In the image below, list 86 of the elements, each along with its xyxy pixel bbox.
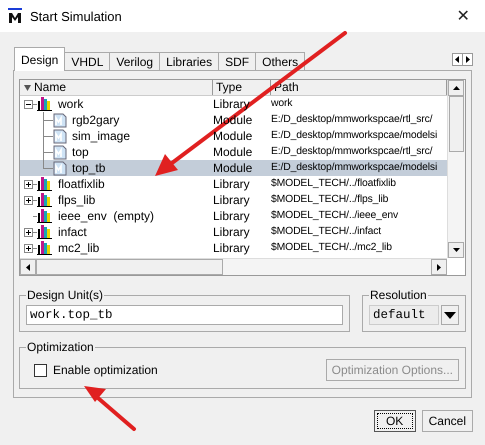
app-logo-icon — [8, 8, 22, 24]
document-icon — [53, 128, 67, 144]
item-type: Library — [213, 176, 251, 192]
tree-row[interactable]: top Module E:/D_desktop/mmworkspcae/rtl_src/ — [20, 144, 447, 160]
group-label: Optimization — [26, 340, 95, 354]
tree-row[interactable]: top_tb Module E:/D_desktop/mmworkspcae/modelsi — [20, 160, 447, 176]
column-header[interactable]: Name — [20, 80, 213, 95]
scroll-down-button[interactable] — [448, 242, 464, 258]
item-path: $MODEL_TECH/../flps_lib — [271, 193, 390, 207]
bar-chart-icon — [37, 209, 53, 223]
item-path: work — [271, 97, 294, 111]
item-path: E:/D_desktop/mmworkspcae/modelsi — [271, 129, 438, 143]
item-name: sim_image — [72, 129, 130, 143]
item-name: ieee_env (empty) — [58, 209, 154, 223]
item-type: Module — [213, 128, 254, 144]
item-type: Library — [213, 224, 251, 240]
up-arrow-icon — [452, 86, 460, 90]
scrollbar-thumb[interactable] — [36, 259, 223, 275]
item-name: infact — [58, 225, 87, 239]
close-button[interactable]: ✕ — [449, 6, 477, 26]
item-type: Library — [213, 96, 251, 112]
tree-row[interactable]: ieee_env (empty) Library $MODEL_TECH/../ieee_env — [20, 208, 447, 224]
item-path: $MODEL_TECH/../ieee_env — [271, 209, 400, 223]
expand-icon[interactable] — [24, 180, 33, 188]
tree-row[interactable]: infact Library $MODEL_TECH/../infact — [20, 224, 447, 240]
item-path: E:/D_desktop/mmworkspcae/rtl_src/ — [271, 145, 434, 159]
expand-icon[interactable] — [24, 196, 33, 204]
tree-row[interactable]: work Library work — [20, 96, 447, 112]
item-path: E:/D_desktop/mmworkspcae/modelsi — [271, 161, 438, 175]
item-name: work — [58, 97, 84, 111]
scroll-left-button[interactable] — [20, 259, 36, 275]
window-title: Start Simulation — [30, 8, 123, 24]
document-icon — [53, 160, 67, 176]
item-type: Module — [213, 160, 254, 176]
group-label: Design Unit(s) — [26, 288, 104, 302]
tree-row[interactable]: floatfixlib Library $MODEL_TECH/../floatfixlib — [20, 176, 447, 192]
item-type: Module — [213, 144, 254, 160]
bar-chart-icon — [37, 177, 53, 191]
bar-chart-icon — [37, 225, 53, 239]
dialog-button[interactable]: OK — [374, 410, 416, 432]
scrollbar-thumb[interactable] — [449, 96, 464, 152]
tab[interactable]: Others — [255, 52, 306, 70]
column-header[interactable]: Type — [213, 80, 271, 95]
expand-icon[interactable] — [24, 244, 33, 252]
tab-scroll-right-button[interactable] — [462, 54, 472, 65]
item-type: Library — [213, 240, 251, 256]
down-arrow-icon — [452, 248, 460, 252]
bar-chart-icon — [37, 97, 53, 111]
bar-chart-icon — [37, 193, 53, 207]
document-icon — [53, 112, 67, 128]
item-name: mc2_lib — [58, 241, 100, 255]
caret-icon — [444, 312, 456, 318]
left-arrow-icon — [26, 264, 30, 270]
item-path: $MODEL_TECH/../floatfixlib — [271, 177, 397, 191]
design-unit-field[interactable]: work.top_tb — [26, 305, 343, 325]
checkbox[interactable] — [34, 364, 47, 376]
item-name: top — [72, 145, 89, 159]
right-arrow-icon — [437, 264, 441, 270]
item-name: top_tb — [72, 161, 106, 175]
tab-scroll-left-button[interactable] — [453, 54, 462, 65]
tree-row[interactable]: flps_lib Library $MODEL_TECH/../flps_lib — [20, 192, 447, 208]
item-type: Library — [213, 208, 251, 224]
scroll-up-button[interactable] — [448, 80, 464, 96]
tab[interactable]: Design — [14, 47, 66, 71]
group-label: Resolution — [369, 288, 428, 302]
tree-row[interactable]: mc2_lib Library $MODEL_TECH/../mc2_lib — [20, 240, 447, 256]
tree-row[interactable]: sim_image Module E:/D_desktop/mmworkspcae/modelsi — [20, 128, 447, 144]
item-path: $MODEL_TECH/../infact — [271, 225, 382, 239]
sort-icon[interactable] — [23, 83, 32, 92]
collapse-icon[interactable] — [24, 100, 33, 108]
item-path: $MODEL_TECH/../mc2_lib — [271, 241, 393, 255]
item-type: Library — [213, 192, 251, 208]
dropdown-button[interactable] — [441, 305, 459, 325]
bar-chart-icon — [37, 241, 53, 255]
item-name: flps_lib — [58, 193, 96, 207]
tab[interactable]: Verilog — [109, 52, 160, 70]
annotation-arrow — [84, 386, 136, 431]
item-name: floatfixlib — [58, 177, 105, 191]
resolution-dropdown[interactable]: default — [369, 305, 439, 325]
dialog-button[interactable]: Cancel — [422, 410, 473, 432]
scroll-right-button[interactable] — [431, 259, 447, 275]
item-path: E:/D_desktop/mmworkspcae/rtl_src/ — [271, 113, 434, 127]
checkbox-label[interactable]: Enable optimization — [53, 363, 158, 377]
item-name: rgb2gary — [72, 113, 120, 127]
document-icon — [53, 144, 67, 160]
expand-icon[interactable] — [24, 228, 33, 236]
